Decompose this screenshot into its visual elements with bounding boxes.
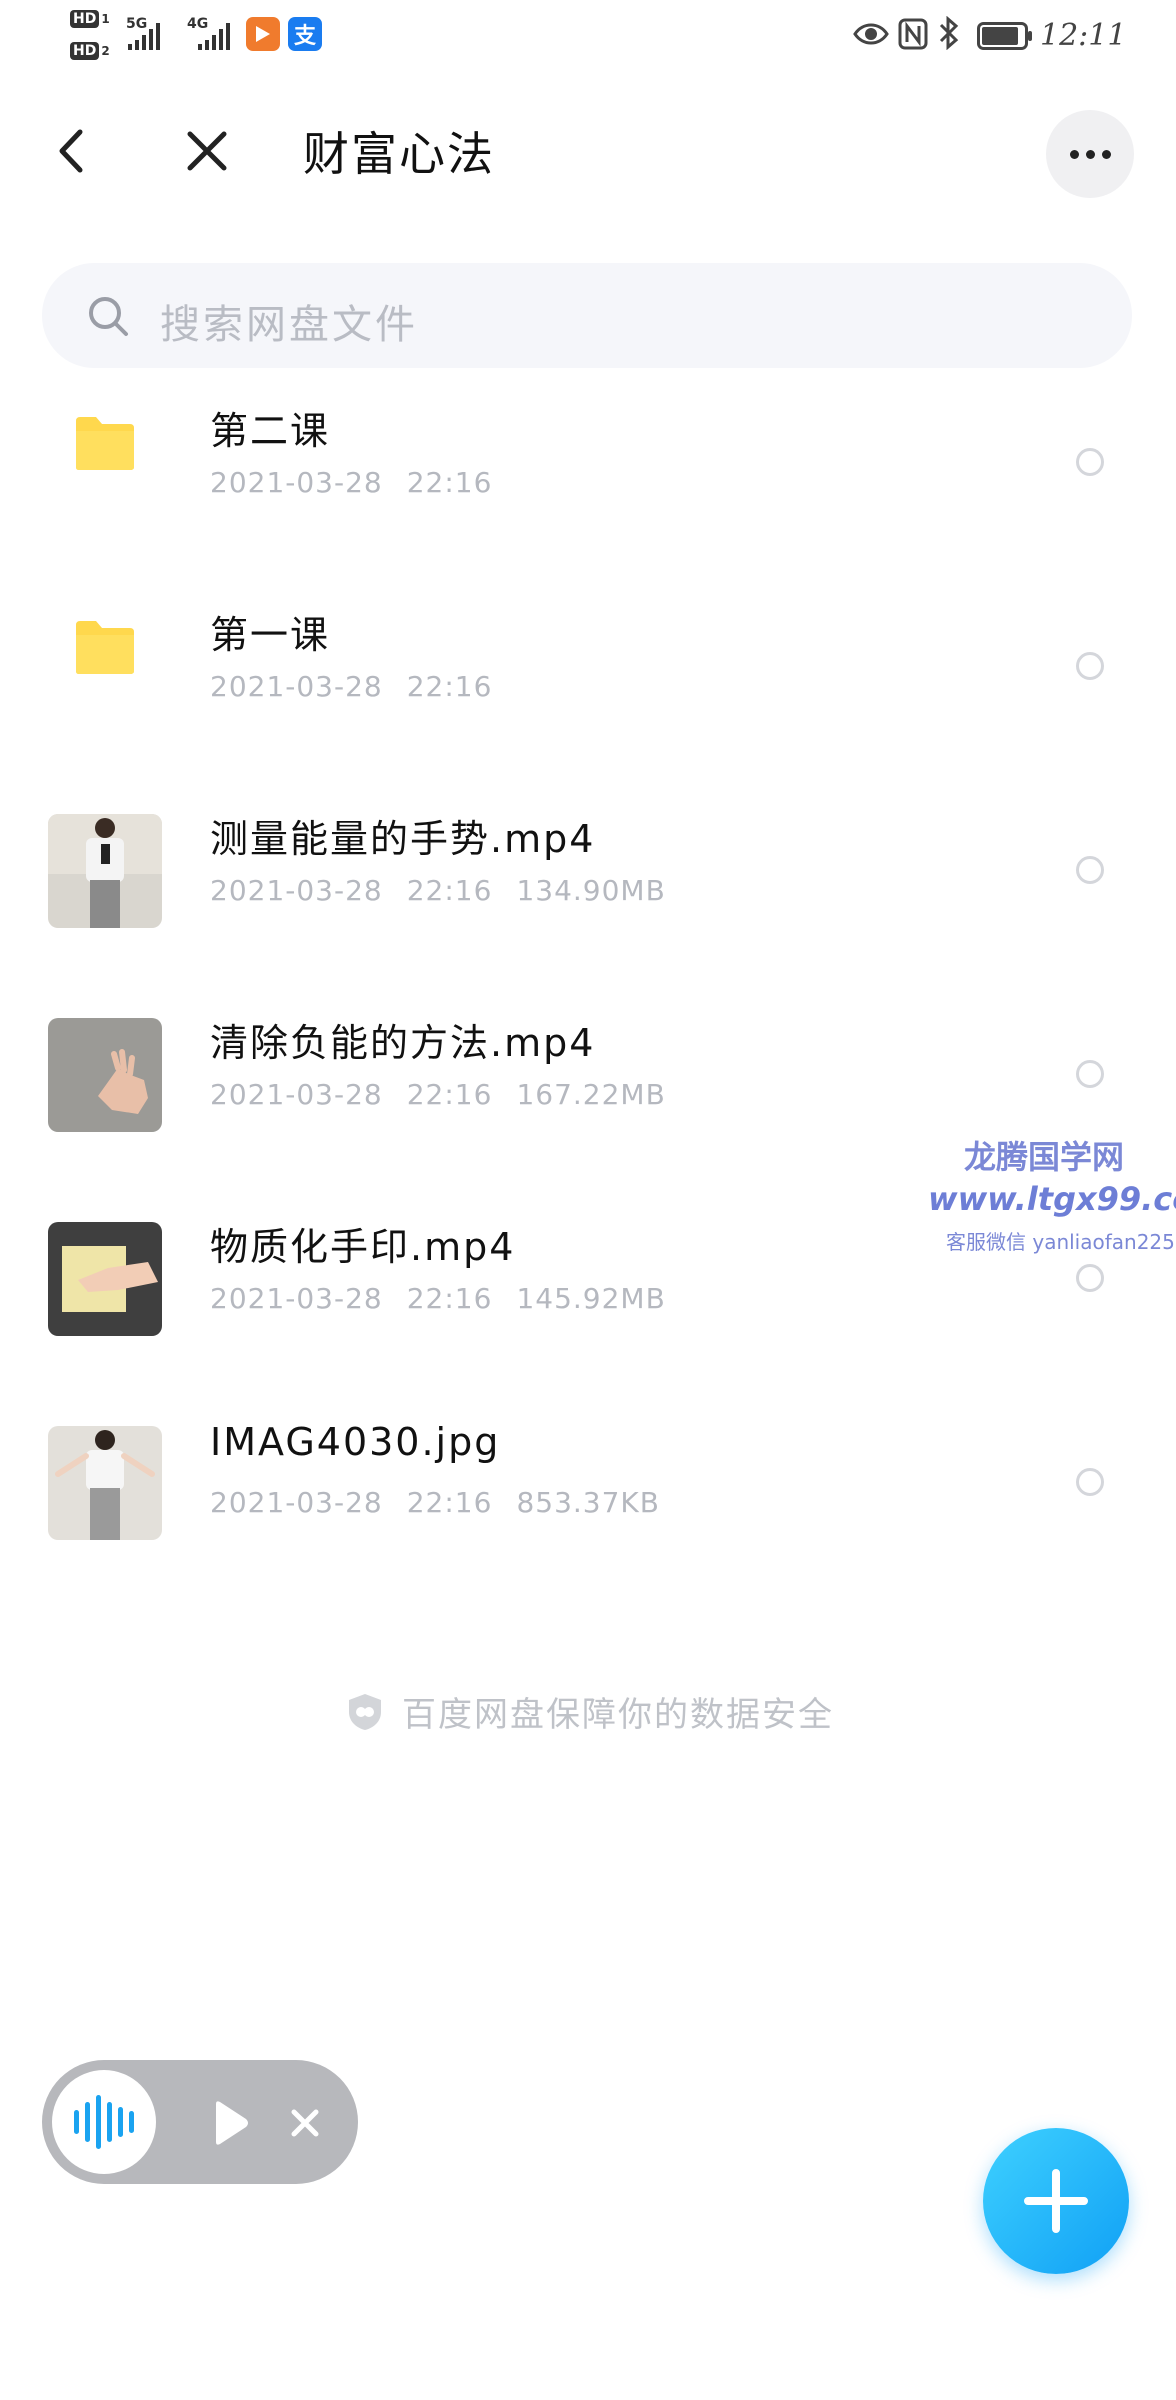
- more-icon: [1069, 149, 1111, 159]
- page-title: 财富心法: [303, 127, 495, 181]
- close-button[interactable]: [184, 128, 230, 174]
- more-button[interactable]: [1046, 110, 1134, 198]
- file-name: 第二课: [210, 409, 331, 453]
- clock: 12:11: [1040, 18, 1127, 53]
- watermark-contact: 客服微信 yanliaofan225: [946, 1230, 1175, 1254]
- add-button[interactable]: [983, 2128, 1129, 2274]
- select-checkbox[interactable]: [1076, 1264, 1104, 1292]
- file-name: 测量能量的手势.mp4: [210, 817, 596, 861]
- list-item[interactable]: IMAG4030.jpg 2021-03-28 22:16 853.37KB: [0, 1382, 1176, 1586]
- search-icon: [86, 294, 130, 342]
- audio-player[interactable]: [42, 2060, 358, 2184]
- select-checkbox[interactable]: [1076, 1060, 1104, 1088]
- play-icon[interactable]: [210, 2100, 250, 2146]
- alipay-icon: 支: [288, 17, 322, 51]
- signal-2-icon: [198, 20, 230, 50]
- select-checkbox[interactable]: [1076, 1468, 1104, 1496]
- select-checkbox[interactable]: [1076, 448, 1104, 476]
- file-meta: 2021-03-28 22:16 134.90MB: [210, 874, 666, 907]
- select-checkbox[interactable]: [1076, 652, 1104, 680]
- plus-icon: [1024, 2169, 1088, 2233]
- nfc-icon: [898, 18, 928, 54]
- select-checkbox[interactable]: [1076, 856, 1104, 884]
- safety-notice: 百度网盘保障你的数据安全: [346, 1687, 834, 1736]
- file-name: IMAG4030.jpg: [210, 1420, 501, 1464]
- file-name: 第一课: [210, 613, 331, 657]
- bluetooth-icon: [938, 15, 960, 54]
- video-thumbnail: [48, 814, 162, 928]
- file-name: 清除负能的方法.mp4: [210, 1021, 596, 1065]
- signal-1-icon: [128, 20, 160, 50]
- image-thumbnail: [48, 1426, 162, 1540]
- close-icon: [187, 131, 227, 171]
- watermark-url: www.ltgx99.com: [928, 1180, 1176, 1218]
- back-button[interactable]: [52, 126, 92, 176]
- list-item[interactable]: 第二课 2021-03-28 22:16: [0, 362, 1176, 566]
- battery-icon: [977, 22, 1033, 54]
- video-thumbnail: [48, 1018, 162, 1132]
- folder-icon: [76, 621, 134, 674]
- status-bar: HD 1 HD 2 5G 4G 支 12:11: [0, 0, 1176, 72]
- watermark-title: 龙腾国学网: [964, 1138, 1125, 1176]
- eye-icon: [853, 20, 889, 52]
- file-meta: 2021-03-28 22:16 145.92MB: [210, 1282, 666, 1315]
- video-thumbnail: [48, 1222, 162, 1336]
- audio-wave-icon[interactable]: [52, 2070, 156, 2174]
- video-app-icon: [246, 17, 280, 51]
- list-item[interactable]: 第一课 2021-03-28 22:16: [0, 566, 1176, 770]
- file-meta: 2021-03-28 22:16 167.22MB: [210, 1078, 666, 1111]
- hd-indicator-1: HD 1: [70, 8, 110, 28]
- file-name: 物质化手印.mp4: [210, 1225, 516, 1269]
- hd-indicator-2: HD 2: [70, 40, 110, 60]
- folder-icon: [76, 417, 134, 470]
- search-input[interactable]: 搜索网盘文件: [160, 292, 418, 350]
- list-item[interactable]: 测量能量的手势.mp4 2021-03-28 22:16 134.90MB: [0, 770, 1176, 974]
- file-meta: 2021-03-28 22:16: [210, 670, 493, 703]
- file-meta: 2021-03-28 22:16: [210, 466, 493, 499]
- chevron-left-icon: [59, 129, 83, 173]
- close-icon[interactable]: [290, 2108, 320, 2138]
- shield-icon: [349, 1693, 381, 1730]
- safety-text: 百度网盘保障你的数据安全: [402, 1695, 834, 1735]
- file-meta: 2021-03-28 22:16 853.37KB: [210, 1486, 660, 1519]
